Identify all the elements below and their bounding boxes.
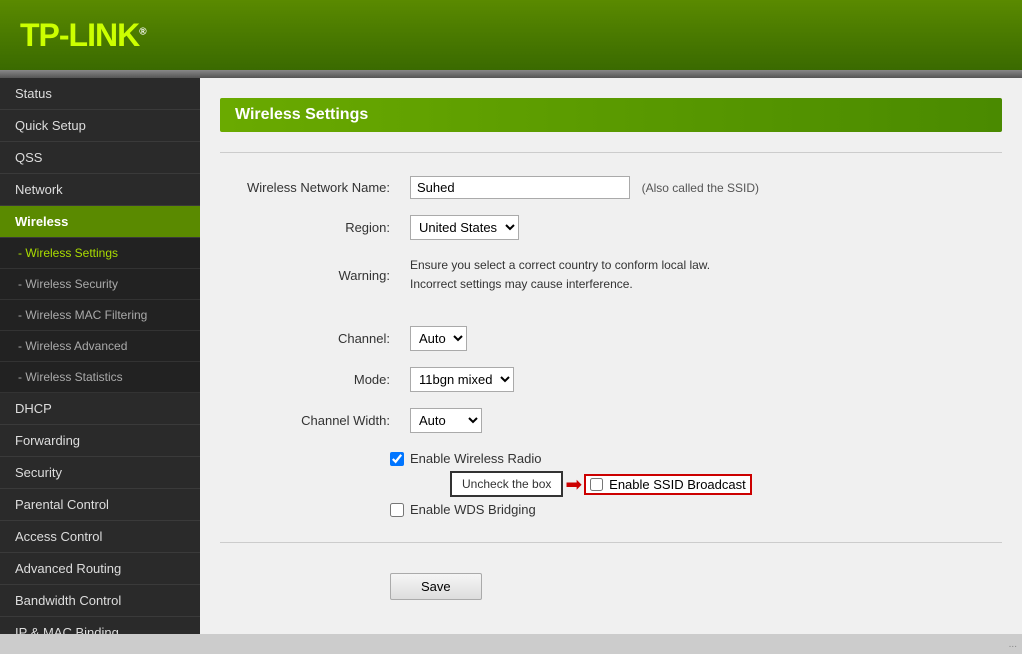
- spacer-row: [220, 302, 1002, 318]
- wireless-radio-row: Enable Wireless Radio: [390, 451, 1002, 466]
- warning-label: Warning:: [220, 248, 400, 302]
- footer-bar: ...: [0, 634, 1022, 654]
- sidebar-item-ip-mac-binding[interactable]: IP & MAC Binding: [0, 617, 200, 634]
- footer-dots: ...: [1009, 639, 1017, 650]
- sidebar-item-security[interactable]: Security: [0, 457, 200, 489]
- top-divider: [220, 152, 1002, 153]
- sidebar-item-qss[interactable]: QSS: [0, 142, 200, 174]
- wds-bridging-checkbox[interactable]: [390, 503, 404, 517]
- network-name-row: Wireless Network Name: (Also called the …: [220, 168, 1002, 207]
- mode-value-cell: 11bgn mixed 11bg mixed 11b only 11g only…: [400, 359, 1002, 400]
- sidebar-item-wireless-security[interactable]: - Wireless Security: [0, 269, 200, 300]
- mode-row: Mode: 11bgn mixed 11bg mixed 11b only 11…: [220, 359, 1002, 400]
- checkboxes-section: Enable Wireless Radio Uncheck the box ➡ …: [220, 441, 1002, 527]
- sidebar-item-wireless-advanced[interactable]: - Wireless Advanced: [0, 331, 200, 362]
- logo-registered: ®: [139, 26, 145, 37]
- bottom-divider: [220, 542, 1002, 543]
- ssid-broadcast-label: Enable SSID Broadcast: [609, 477, 746, 492]
- network-name-input[interactable]: [410, 176, 630, 199]
- sub-header-bar: [0, 70, 1022, 78]
- sidebar-item-quick-setup[interactable]: Quick Setup: [0, 110, 200, 142]
- sidebar-item-parental-control[interactable]: Parental Control: [0, 489, 200, 521]
- wireless-radio-label: Enable Wireless Radio: [410, 451, 542, 466]
- logo-text: TP-LINK: [20, 17, 139, 53]
- sidebar-item-network[interactable]: Network: [0, 174, 200, 206]
- sidebar-item-wireless-settings[interactable]: - Wireless Settings: [0, 238, 200, 269]
- region-select[interactable]: United States Canada Europe Australia: [410, 215, 519, 240]
- sidebar-item-bandwidth-control[interactable]: Bandwidth Control: [0, 585, 200, 617]
- warning-line1: Ensure you select a correct country to c…: [410, 258, 710, 272]
- channel-width-select[interactable]: Auto 20MHz 40MHz: [410, 408, 482, 433]
- ssid-broadcast-annotation-row: Uncheck the box ➡ Enable SSID Broadcast: [390, 471, 1002, 497]
- region-value-cell: United States Canada Europe Australia: [400, 207, 1002, 248]
- region-label: Region:: [220, 207, 400, 248]
- channel-row: Channel: Auto 1234 5678 91011: [220, 318, 1002, 359]
- main-layout: Status Quick Setup QSS Network Wireless …: [0, 78, 1022, 634]
- wds-bridging-row: Enable WDS Bridging: [390, 502, 1002, 517]
- sidebar-item-wireless[interactable]: Wireless: [0, 206, 200, 238]
- sidebar-item-advanced-routing[interactable]: Advanced Routing: [0, 553, 200, 585]
- warning-text-cell: Ensure you select a correct country to c…: [400, 248, 1002, 302]
- sidebar-item-wireless-mac-filtering[interactable]: - Wireless MAC Filtering: [0, 300, 200, 331]
- save-button[interactable]: Save: [390, 573, 482, 600]
- ssid-broadcast-highlight: Enable SSID Broadcast: [584, 474, 752, 495]
- network-name-value-cell: (Also called the SSID): [400, 168, 1002, 207]
- channel-width-value-cell: Auto 20MHz 40MHz: [400, 400, 1002, 441]
- wds-bridging-label: Enable WDS Bridging: [410, 502, 536, 517]
- content-area: Wireless Settings Wireless Network Name:…: [200, 78, 1022, 634]
- warning-text: Ensure you select a correct country to c…: [410, 256, 992, 294]
- save-section: Save: [220, 558, 1002, 615]
- channel-width-row: Channel Width: Auto 20MHz 40MHz: [220, 400, 1002, 441]
- channel-value-cell: Auto 1234 5678 91011: [400, 318, 1002, 359]
- ssid-note: (Also called the SSID): [642, 181, 759, 195]
- settings-form: Wireless Network Name: (Also called the …: [220, 168, 1002, 441]
- annotation-box: Uncheck the box: [450, 471, 563, 497]
- channel-width-label: Channel Width:: [220, 400, 400, 441]
- mode-select[interactable]: 11bgn mixed 11bg mixed 11b only 11g only…: [410, 367, 514, 392]
- channel-label: Channel:: [220, 318, 400, 359]
- sidebar: Status Quick Setup QSS Network Wireless …: [0, 78, 200, 634]
- sidebar-item-status[interactable]: Status: [0, 78, 200, 110]
- page-title: Wireless Settings: [220, 98, 1002, 132]
- warning-line2: Incorrect settings may cause interferenc…: [410, 277, 633, 291]
- sidebar-item-dhcp[interactable]: DHCP: [0, 393, 200, 425]
- warning-row: Warning: Ensure you select a correct cou…: [220, 248, 1002, 302]
- region-row: Region: United States Canada Europe Aust…: [220, 207, 1002, 248]
- header: TP-LINK®: [0, 0, 1022, 70]
- logo: TP-LINK®: [20, 17, 146, 54]
- sidebar-item-forwarding[interactable]: Forwarding: [0, 425, 200, 457]
- wireless-radio-checkbox[interactable]: [390, 452, 404, 466]
- channel-select[interactable]: Auto 1234 5678 91011: [410, 326, 467, 351]
- annotation-container: Uncheck the box ➡: [450, 471, 584, 497]
- mode-label: Mode:: [220, 359, 400, 400]
- sidebar-item-wireless-statistics[interactable]: - Wireless Statistics: [0, 362, 200, 393]
- sidebar-item-access-control[interactable]: Access Control: [0, 521, 200, 553]
- network-name-label: Wireless Network Name:: [220, 168, 400, 207]
- annotation-arrow-icon: ➡: [565, 472, 582, 497]
- ssid-broadcast-checkbox[interactable]: [590, 478, 603, 491]
